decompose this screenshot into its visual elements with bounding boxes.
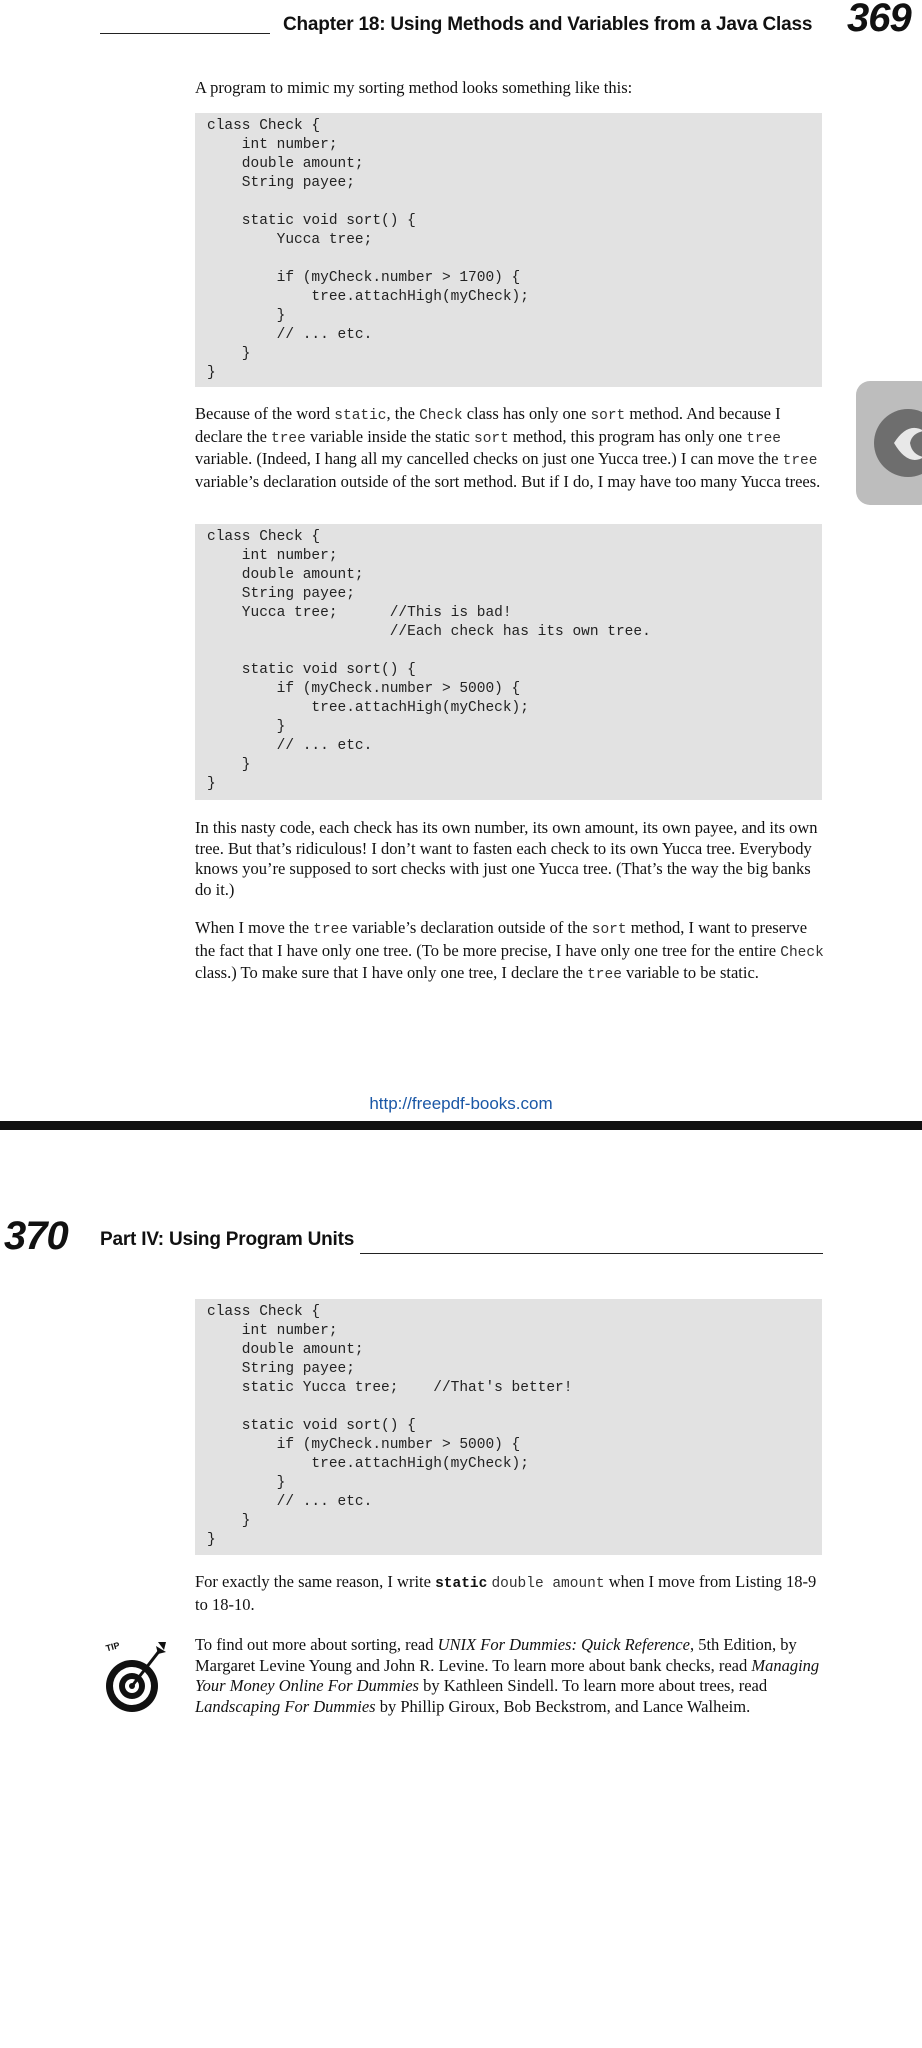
- inline-code: Check: [419, 408, 463, 424]
- paragraph-static-sort: Because of the word static, the Check cl…: [195, 404, 821, 491]
- intro-text: A program to mimic my sorting method loo…: [195, 78, 633, 97]
- page-number-369: 369: [847, 0, 912, 40]
- code-listing-2: class Check { int number; double amount;…: [195, 524, 822, 800]
- code-listing-1: class Check { int number; double amount;…: [195, 113, 822, 387]
- inline-code: tree: [746, 430, 782, 447]
- page-divider: [0, 1121, 922, 1130]
- inline-code: sort: [590, 408, 626, 424]
- inline-code: tree: [782, 453, 818, 469]
- code-listing-3-text: class Check { int number; double amount;…: [207, 1304, 573, 1548]
- paragraph-nasty-code: In this nasty code, each check has its o…: [195, 818, 818, 899]
- header-rule-369: [100, 33, 270, 34]
- inline-code: sort: [474, 430, 509, 447]
- inline-code: tree: [271, 430, 306, 447]
- code-listing-2-text: class Check { int number; double amount;…: [207, 529, 651, 792]
- tip-icon: TIP: [104, 1636, 168, 1718]
- book-title: Landscaping For Dummies: [195, 1696, 376, 1716]
- inline-code: tree: [587, 967, 622, 983]
- tip-text: To find out more about sorting, read UNI…: [195, 1635, 820, 1716]
- book-title: UNIX For Dummies: Quick Reference: [437, 1635, 690, 1654]
- header-rule-370: [360, 1253, 823, 1254]
- inline-code: static: [334, 408, 387, 424]
- inline-code: double amount: [491, 1576, 605, 1592]
- page-number-370: 370: [4, 1214, 69, 1258]
- paragraph-same-reason: For exactly the same reason, I write sta…: [195, 1572, 817, 1614]
- assistant-ball-icon: [874, 409, 922, 477]
- running-head-369: Chapter 18: Using Methods and Variables …: [283, 14, 813, 35]
- tip-label: TIP: [105, 1640, 121, 1653]
- code-listing-3: class Check { int number; double amount;…: [195, 1299, 822, 1555]
- code-listing-1-text: class Check { int number; double amount;…: [207, 118, 529, 381]
- paragraph-move-tree: When I move the tree variable’s declarat…: [195, 918, 824, 983]
- inline-code-bold: static: [435, 1576, 488, 1592]
- source-link[interactable]: http://freepdf-books.com: [0, 1094, 922, 1114]
- floating-side-button[interactable]: [856, 381, 922, 505]
- book-title: Managing Your Money Online For Dummies: [195, 1655, 820, 1696]
- inline-code: Check: [780, 944, 824, 961]
- running-head-370: Part IV: Using Program Units: [100, 1229, 355, 1250]
- inline-code: sort: [591, 922, 627, 938]
- inline-code: tree: [313, 922, 349, 938]
